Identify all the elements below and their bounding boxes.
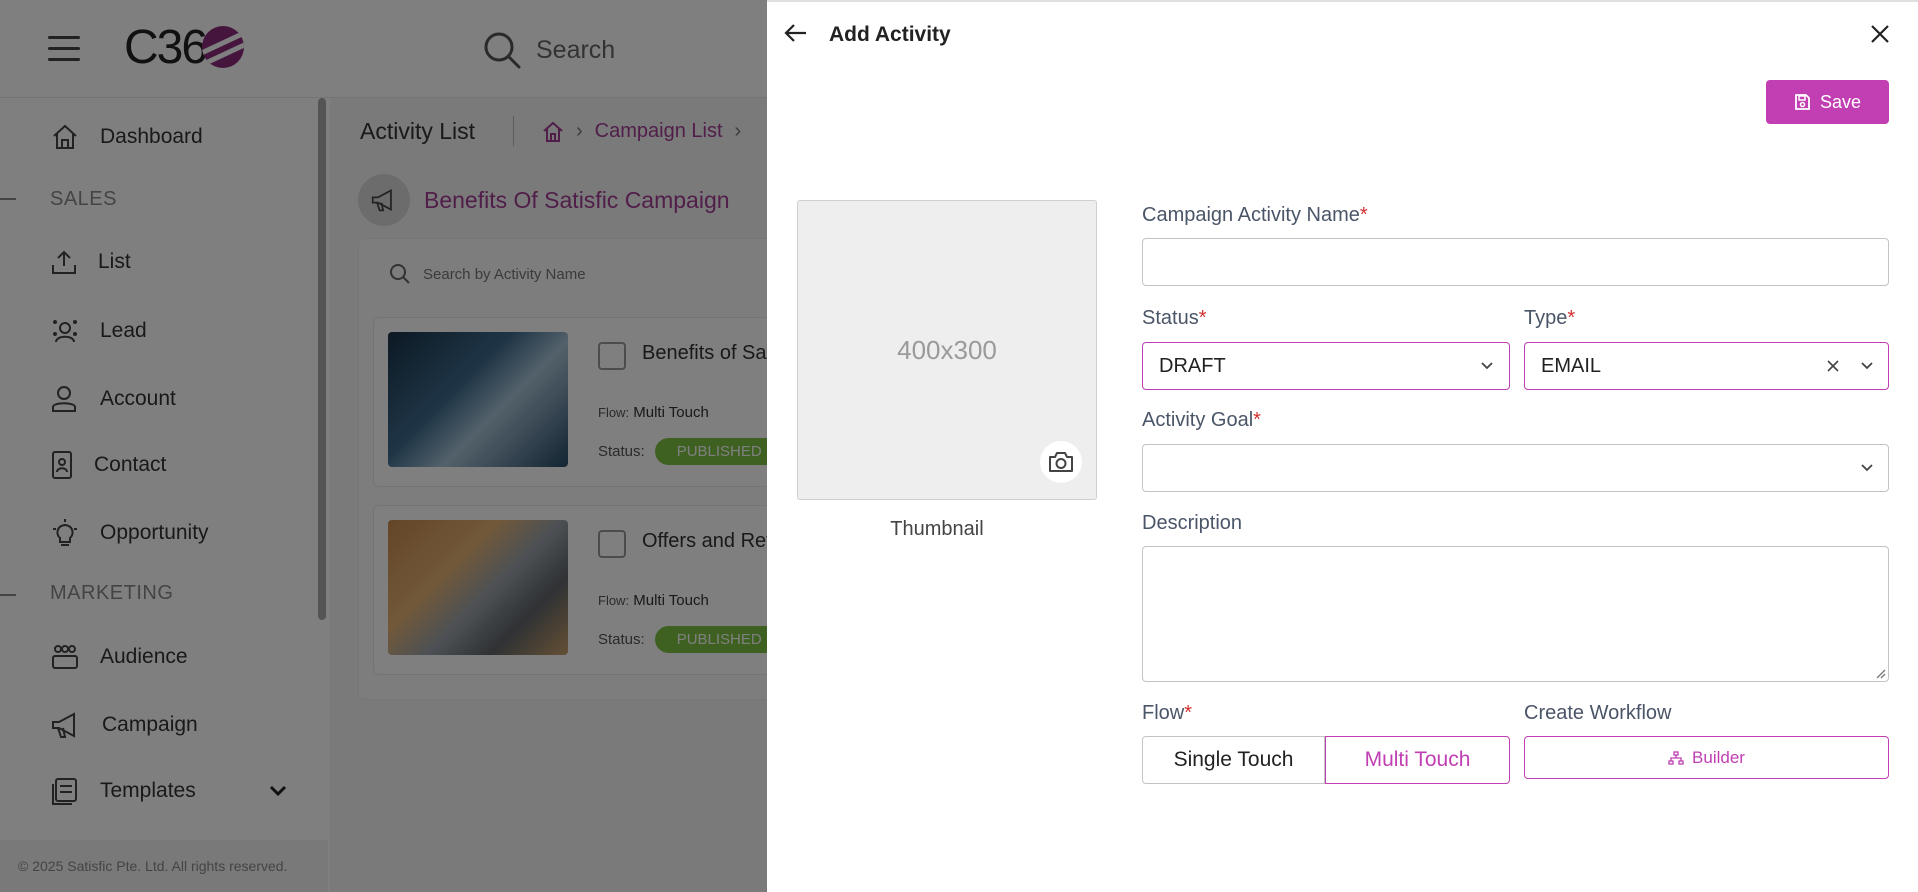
create-workflow-label: Create Workflow — [1524, 702, 1672, 724]
thumbnail-size: 400x300 — [897, 335, 997, 365]
flow-option-multi-touch[interactable]: Multi Touch — [1325, 736, 1510, 784]
required-mark: * — [1567, 307, 1576, 329]
flow-option-single-touch[interactable]: Single Touch — [1142, 736, 1325, 784]
camera-button[interactable] — [1040, 441, 1082, 483]
modal-backdrop[interactable] — [0, 0, 767, 892]
sitemap-icon — [1668, 750, 1684, 765]
chevron-down-icon — [1481, 362, 1493, 370]
status-value: DRAFT — [1159, 355, 1226, 377]
flow-label: Flow* — [1142, 702, 1192, 725]
drawer-title: Add Activity — [829, 23, 951, 46]
activity-goal-label: Activity Goal* — [1142, 409, 1261, 432]
chevron-down-icon — [1861, 464, 1873, 472]
close-button[interactable] — [1868, 22, 1892, 51]
description-label: Description — [1142, 512, 1243, 534]
save-icon — [1795, 94, 1810, 110]
builder-label: Builder — [1692, 747, 1745, 767]
label-text: Flow — [1142, 702, 1185, 724]
description-textarea[interactable] — [1142, 546, 1889, 682]
chevron-down-icon — [1861, 362, 1873, 370]
thumbnail-label: Thumbnail — [890, 518, 984, 540]
back-button[interactable] — [783, 20, 809, 51]
clear-icon[interactable] — [1825, 358, 1841, 374]
arrow-left-icon — [784, 24, 806, 42]
label-text: Status — [1142, 307, 1199, 329]
save-label: Save — [1819, 91, 1862, 112]
add-activity-drawer: Add Activity Save 400x300 Thumbnail Camp… — [767, 0, 1918, 892]
activity-name-field[interactable] — [1142, 238, 1889, 286]
required-mark: * — [1198, 307, 1207, 329]
required-mark: * — [1359, 204, 1368, 226]
activity-goal-select[interactable] — [1142, 444, 1889, 492]
builder-button[interactable]: Builder — [1524, 736, 1889, 779]
resize-handle-icon[interactable] — [1874, 667, 1886, 679]
label-text: Type — [1524, 307, 1568, 329]
label-text: Campaign Activity Name — [1142, 204, 1360, 226]
camera-icon — [1049, 452, 1073, 472]
type-label: Type* — [1524, 307, 1575, 330]
label-text: Activity Goal — [1142, 409, 1254, 431]
required-mark: * — [1253, 409, 1261, 431]
thumbnail-upload[interactable]: 400x300 — [797, 200, 1097, 500]
status-select[interactable]: DRAFT — [1142, 342, 1510, 390]
required-mark: * — [1184, 702, 1193, 724]
type-value: EMAIL — [1541, 355, 1602, 377]
close-icon — [1871, 25, 1889, 43]
save-button[interactable]: Save — [1766, 80, 1889, 124]
type-select[interactable]: EMAIL — [1524, 342, 1889, 390]
status-label: Status* — [1142, 307, 1207, 330]
activity-name-label: Campaign Activity Name* — [1142, 204, 1368, 227]
